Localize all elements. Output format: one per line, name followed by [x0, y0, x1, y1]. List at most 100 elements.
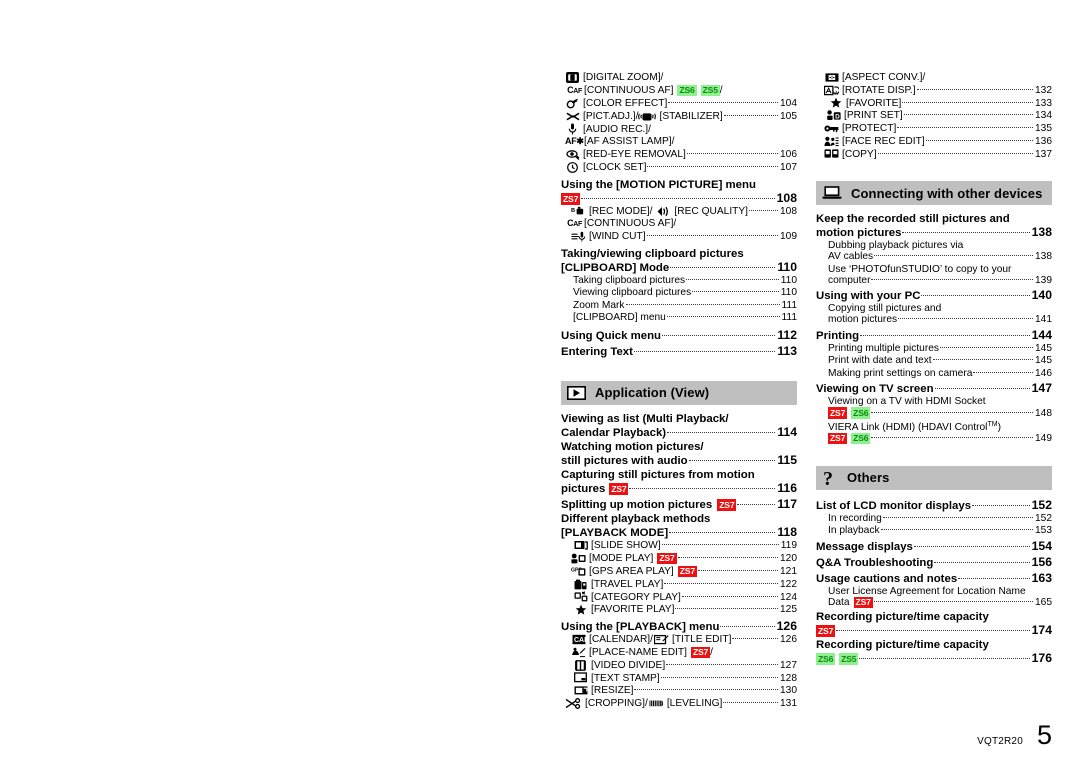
toc-entry-watching-motion-line1[interactable]: Watching motion pictures/ — [561, 441, 797, 453]
text-stamp-icon — [573, 672, 588, 685]
toc-page: 145 — [1035, 355, 1052, 367]
toc-page: 134 — [1035, 110, 1052, 122]
toc-page: 152 — [1035, 512, 1052, 524]
toc-sub-copying[interactable]: motion pictures 141 — [816, 314, 1052, 327]
toc-entry-continuous-af[interactable]: CAF [CONTINUOUS AF] ZS6 ZS5 / — [561, 84, 797, 98]
toc-entry-copy[interactable]: [COPY] 137 — [816, 148, 1052, 161]
toc-sub-hdmi-socket-line1[interactable]: Viewing on a TV with HDMI Socket — [816, 396, 1052, 407]
toc-page: 148 — [1035, 407, 1052, 419]
band-title: Others — [847, 470, 890, 486]
toc-entry-viewing-on-tv[interactable]: Viewing on TV screen 147 — [816, 381, 1052, 396]
toc-entry-usage-cautions[interactable]: Usage cautions and notes 163 — [816, 571, 1052, 586]
toc-sub-photofunstudio[interactable]: computer 139 — [816, 275, 1052, 288]
clipboard-sub-list: Taking clipboard pictures 110 Viewing cl… — [561, 275, 797, 325]
toc-heading-motion-picture-menu[interactable]: Using the [MOTION PICTURE] menu — [561, 179, 797, 191]
toc-entry-color-effect[interactable]: [COLOR EFFECT] 104 — [561, 98, 797, 111]
toc-entry-different-playback-line1[interactable]: Different playback methods — [561, 513, 797, 525]
dot-leader — [860, 334, 1030, 336]
toc-entry-red-eye-removal[interactable]: [RED-EYE REMOVAL] 106 — [561, 149, 797, 162]
toc-entry-clipboard-menu[interactable]: [CLIPBOARD] menu 111 — [561, 312, 797, 325]
toc-entry-entering-text[interactable]: Entering Text 113 — [561, 344, 797, 359]
application-entry-list: Viewing as list (Multi Playback/ Calenda… — [561, 413, 797, 540]
toc-entry-digital-zoom[interactable]: [DIGITAL ZOOM]/ — [561, 72, 797, 85]
toc-entry-pict-adj-stabilizer[interactable]: [PICT.ADJ.]/ [STABILIZER] 105 — [561, 111, 797, 124]
toc-sub-viera-link-line1[interactable]: VIERA Link (HDMI) (HDAVI ControlTM) — [816, 421, 1052, 433]
toc-entry-aspect-conv[interactable]: [ASPECT CONV.]/ — [816, 72, 1052, 85]
toc-entry-place-name-edit[interactable]: [PLACE-NAME EDIT] ZS7 / — [561, 646, 797, 660]
toc-entry-travel-play[interactable]: [TRAVEL PLAY] 122 — [561, 579, 797, 592]
toc-entry-clock-set[interactable]: [CLOCK SET] 107 — [561, 161, 797, 175]
toc-entry-continuous-af-mp[interactable]: CAF [CONTINUOUS AF]/ — [561, 218, 797, 231]
toc-heading-clipboard-line1[interactable]: Taking/viewing clipboard pictures — [561, 248, 797, 260]
toc-entry-slide-show[interactable]: [SLIDE SHOW] 119 — [561, 540, 797, 553]
dot-leader — [647, 165, 778, 167]
toc-page: 110 — [780, 287, 797, 299]
toc-heading-playback-menu[interactable]: Using the [PLAYBACK] menu 126 — [561, 619, 797, 634]
toc-entry-text-stamp[interactable]: [TEXT STAMP] 128 — [561, 672, 797, 685]
toc-entry-favorite-play[interactable]: [FAVORITE PLAY] 125 — [561, 604, 797, 617]
toc-entry-category-play[interactable]: [CATEGORY PLAY] 124 — [561, 591, 797, 604]
toc-entry-resize[interactable]: [RESIZE] 130 — [561, 685, 797, 698]
toc-heading-clipboard-line2[interactable]: [CLIPBOARD] Mode 110 — [561, 260, 797, 275]
toc-entry-video-divide[interactable]: [VIDEO DIVIDE] 127 — [561, 659, 797, 673]
toc-entry-message-displays[interactable]: Message displays 154 — [816, 539, 1052, 554]
toc-entry-capacity-1-line1[interactable]: Recording picture/time capacity — [816, 611, 1052, 623]
toc-entry-viewing-as-list-line1[interactable]: Viewing as list (Multi Playback/ — [561, 413, 797, 425]
toc-entry-capturing-still[interactable]: pictures ZS7 116 — [561, 481, 797, 496]
dot-leader — [934, 388, 1030, 390]
toc-entry-audio-rec[interactable]: [AUDIO REC.]/ — [561, 123, 797, 136]
toc-label: Zoom Mark — [573, 299, 625, 311]
toc-sub-print-date-text[interactable]: Print with date and text 145 — [816, 355, 1052, 368]
toc-entry-viewing-as-list[interactable]: Calendar Playback) 114 — [561, 425, 797, 440]
toc-entry-capacity-2[interactable]: ZS6 ZS5 176 — [816, 651, 1052, 666]
toc-label: [CLIPBOARD] menu — [573, 312, 666, 324]
toc-entry-mode-play[interactable]: [MODE PLAY] ZS7 120 — [561, 552, 797, 566]
toc-page: 108 — [780, 205, 797, 217]
toc-entry-quick-menu[interactable]: Using Quick menu 112 — [561, 328, 797, 343]
toc-entry-watching-motion[interactable]: still pictures with audio 115 — [561, 453, 797, 468]
toc-entry-printing[interactable]: Printing 144 — [816, 328, 1052, 343]
toc-label: [VIDEO DIVIDE] — [591, 659, 666, 671]
toc-entry-capturing-still-line1[interactable]: Capturing still pictures from motion — [561, 469, 797, 481]
toc-sub-hdmi-socket[interactable]: ZS7 ZS6 148 — [816, 407, 1052, 420]
toc-heading-motion-picture-menu-page[interactable]: ZS7 108 — [561, 191, 797, 206]
toc-entry-different-playback[interactable]: [PLAYBACK MODE] 118 — [561, 525, 797, 540]
toc-sub-dubbing-line1[interactable]: Dubbing playback pictures via — [816, 240, 1052, 251]
toc-sub-viera-link[interactable]: ZS7 ZS6 149 — [816, 432, 1052, 446]
toc-entry-rotate-disp[interactable]: A [ROTATE DISP.] 132 — [816, 85, 1052, 98]
toc-entry-zoom-mark[interactable]: Zoom Mark 111 — [561, 300, 797, 313]
toc-entry-taking-clipboard[interactable]: Taking clipboard pictures 110 — [561, 275, 797, 288]
toc-entry-wind-cut[interactable]: [WIND CUT] 109 — [561, 231, 797, 244]
toc-entry-favorite[interactable]: [FAVORITE] 133 — [816, 97, 1052, 110]
toc-sub-license-data[interactable]: Data ZS7 165 — [816, 596, 1052, 610]
toc-label: [CONTINUOUS AF] — [584, 85, 674, 97]
toc-entry-capacity-1[interactable]: ZS7 174 — [816, 623, 1052, 638]
toc-entry-rec-mode-rec-quality[interactable]: B [REC MODE]/ [REC QUALITY] 108 — [561, 206, 797, 219]
toc-sub-photofunstudio-line1[interactable]: Use ‘PHOTOfunSTUDIO’ to copy to your — [816, 264, 1052, 275]
toc-entry-print-set[interactable]: D [PRINT SET] 134 — [816, 110, 1052, 123]
toc-entry-splitting-motion[interactable]: Splitting up motion pictures ZS7 117 — [561, 497, 797, 512]
toc-entry-gps-area-play[interactable]: GPS [GPS AREA PLAY] ZS7 121 — [561, 565, 797, 579]
toc-sub-license-line1[interactable]: User License Agreement for Location Name — [816, 586, 1052, 597]
toc-entry-cropping-leveling[interactable]: [CROPPING]/ [LEVELING] 131 — [561, 697, 797, 711]
toc-sub-print-settings[interactable]: Making print settings on camera 146 — [816, 368, 1052, 381]
toc-entry-face-rec-edit[interactable]: [FACE REC EDIT] 136 — [816, 136, 1052, 149]
toc-label: [DIGITAL ZOOM]/ — [583, 72, 664, 84]
toc-entry-using-with-pc[interactable]: Using with your PC 140 — [816, 288, 1052, 303]
toc-entry-af-assist-lamp[interactable]: AF✱ [AF ASSIST LAMP]/ — [561, 136, 797, 149]
toc-entry-keep-recorded-line1[interactable]: Keep the recorded still pictures and — [816, 213, 1052, 225]
toc-sub-printing-multiple[interactable]: Printing multiple pictures 145 — [816, 343, 1052, 356]
toc-entry-viewing-clipboard[interactable]: Viewing clipboard pictures 110 — [561, 287, 797, 300]
toc-sub-dubbing[interactable]: AV cables 138 — [816, 251, 1052, 264]
toc-label: [CALENDAR]/ — [589, 634, 653, 646]
dot-leader — [625, 303, 780, 305]
toc-sub-copying-line1[interactable]: Copying still pictures and — [816, 303, 1052, 314]
toc-entry-protect[interactable]: [PROTECT] 135 — [816, 123, 1052, 136]
toc-sub-in-recording[interactable]: In recording 152 — [816, 513, 1052, 526]
toc-entry-keep-recorded[interactable]: motion pictures 138 — [816, 225, 1052, 240]
toc-entry-lcd-monitor-displays[interactable]: List of LCD monitor displays 152 — [816, 498, 1052, 513]
toc-entry-calendar-title-edit[interactable]: CAL [CALENDAR]/ [TITLE EDIT] 126 — [561, 634, 797, 647]
toc-sub-in-playback[interactable]: In playback 153 — [816, 525, 1052, 538]
toc-entry-capacity-2-line1[interactable]: Recording picture/time capacity — [816, 639, 1052, 651]
toc-entry-qa-troubleshooting[interactable]: Q&A Troubleshooting 156 — [816, 555, 1052, 570]
